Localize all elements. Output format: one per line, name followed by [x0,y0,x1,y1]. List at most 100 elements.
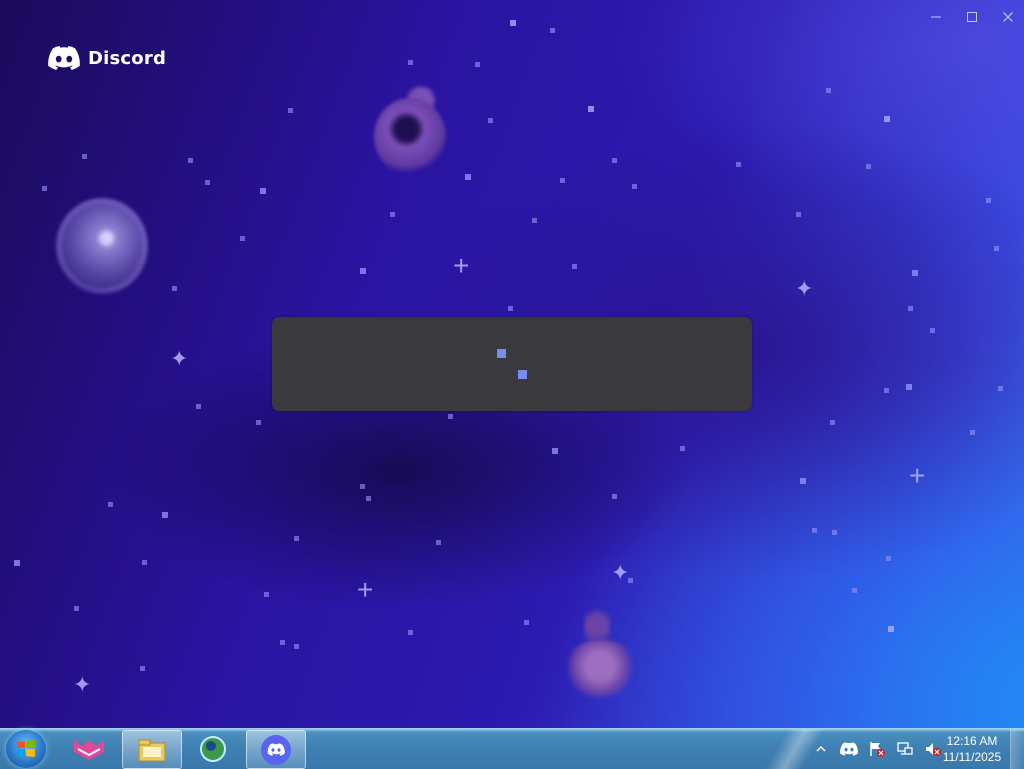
star [264,592,269,597]
star [632,184,637,189]
star [205,180,210,185]
star [998,386,1003,391]
star [74,606,79,611]
star [280,640,285,645]
file-explorer-icon [138,739,166,761]
sparkle-icon: ✦ [795,276,814,301]
star [588,106,594,112]
sparkle-icon: ✦ [611,560,630,585]
star [465,174,471,180]
sparkle-icon: ✦ [170,346,189,371]
minimize-button[interactable] [922,6,950,28]
star [552,448,558,454]
star [930,328,935,333]
star [488,118,493,123]
star [448,414,453,419]
star [142,560,147,565]
star [360,268,366,274]
maximize-button[interactable] [958,6,986,28]
app-icon [74,739,104,760]
planet-decoration [56,198,148,294]
star [832,530,837,535]
start-button[interactable] [6,730,46,768]
star [366,496,371,501]
sparkle-icon: ✦ [73,672,92,697]
star [908,306,913,311]
star [294,536,299,541]
star [886,556,891,561]
star [826,88,831,93]
star [532,218,537,223]
star [260,188,266,194]
star [866,164,871,169]
discord-tray-icon[interactable] [838,738,860,760]
star [360,484,365,489]
star [884,388,889,393]
star [172,286,177,291]
discord-icon [261,734,291,765]
browser-icon [200,735,226,762]
star [42,186,47,191]
star [994,246,999,251]
show-hidden-icons-chevron[interactable] [810,738,832,760]
taskbar: 12:16 AM 11/11/2025 [0,728,1024,769]
close-icon [1003,12,1013,22]
star [612,494,617,499]
windows-start-icon [17,740,35,757]
star [796,212,801,217]
sparkle-icon: + [909,460,926,491]
taskbar-file-explorer-button[interactable] [122,730,182,769]
star [294,644,299,649]
star [390,212,395,217]
star [852,588,857,593]
clock[interactable]: 12:16 AM 11/11/2025 [936,733,1008,765]
taskbar-discord-button[interactable] [246,730,306,769]
star [986,198,991,203]
star [572,264,577,269]
taskbar-app-button[interactable] [60,730,118,767]
star [550,28,555,33]
clock-date: 11/11/2025 [942,750,1002,764]
sparkle-icon: + [453,250,470,281]
star [162,512,168,518]
star [196,404,201,409]
minimize-icon [931,16,941,18]
network-icon[interactable] [894,738,916,760]
star [256,420,261,425]
clock-time: 12:16 AM [946,734,998,748]
star [736,162,741,167]
star [830,420,835,425]
taskbar-browser-button[interactable] [184,730,242,767]
star [408,630,413,635]
heart-decoration [566,640,634,698]
discord-window: + ✦ ✦ + + ✦ ✦ Discord [0,0,1024,728]
loading-panel [272,317,752,411]
close-button[interactable] [994,6,1022,28]
loading-indicator-dot [518,370,527,379]
show-desktop-button[interactable] [1010,729,1024,769]
star [906,384,912,390]
star [560,178,565,183]
star [884,116,890,122]
star [475,62,480,67]
star [508,306,513,311]
star [188,158,193,163]
star [82,154,87,159]
star [510,20,516,26]
star [14,560,20,566]
action-center-flag-icon[interactable] [866,738,888,760]
star [912,270,918,276]
maximize-icon [967,12,977,22]
star [140,666,145,671]
star [800,478,806,484]
star [812,528,817,533]
star [524,620,529,625]
star [436,540,441,545]
star [240,236,245,241]
loading-indicator-dot [497,349,506,358]
app-name: Discord [88,47,167,69]
discord-logo: Discord [48,46,166,70]
star [612,158,617,163]
star [288,108,293,113]
star [888,626,894,632]
